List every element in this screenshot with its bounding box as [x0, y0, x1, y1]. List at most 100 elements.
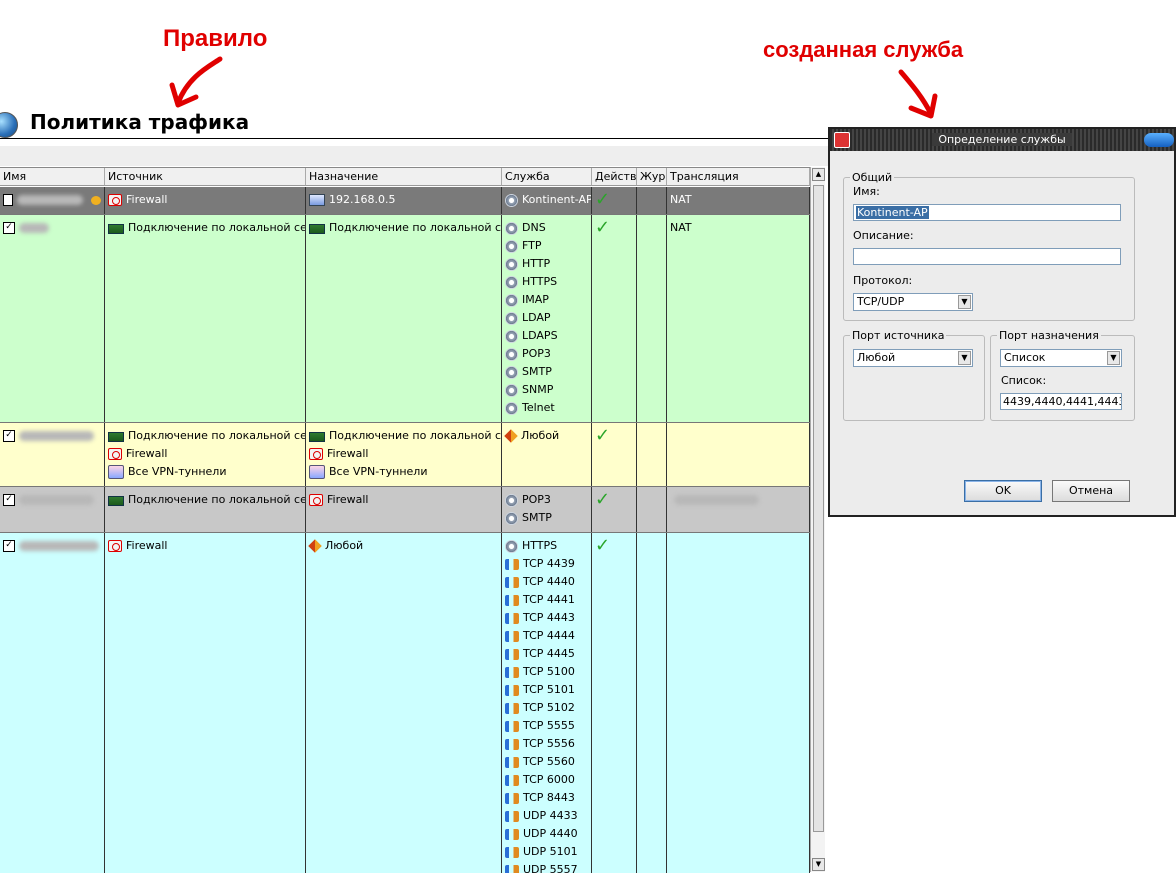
service-item: POP3	[505, 345, 588, 363]
item-label: Firewall	[126, 445, 167, 463]
cell-action: ✓	[592, 533, 637, 873]
service-item: TCP 5101	[505, 681, 588, 699]
globe-icon	[0, 112, 18, 138]
name-field[interactable]: Kontinent-AP	[853, 204, 1121, 221]
chevron-down-icon[interactable]: ▼	[1107, 351, 1120, 365]
item-label: TCP 4443	[523, 609, 575, 627]
service-item: SMTP	[505, 363, 588, 381]
tcp-icon	[505, 559, 519, 570]
address-item: Firewall	[108, 537, 302, 555]
item-label: TCP 4440	[523, 573, 575, 591]
tcp-icon	[505, 811, 519, 822]
item-label: Подключение по локальной сети	[329, 427, 502, 445]
service-item: HTTPS	[505, 273, 588, 291]
toolbar-strip	[0, 146, 830, 166]
chevron-down-icon[interactable]: ▼	[958, 295, 971, 309]
destination-port-select[interactable]: Список ▼	[1000, 349, 1122, 367]
column-header-action[interactable]: Действи	[592, 168, 637, 186]
tcp-icon	[505, 613, 519, 624]
cell-service: HTTPSTCP 4439TCP 4440TCP 4441TCP 4443TCP…	[502, 533, 592, 873]
gear-icon	[505, 384, 518, 397]
host-icon	[309, 194, 325, 206]
column-header-destination[interactable]: Назначение	[306, 168, 502, 186]
item-label: TCP 5100	[523, 663, 575, 681]
service-item: TCP 4443	[505, 609, 588, 627]
service-item: UDP 4433	[505, 807, 588, 825]
annotation-arrow-icon	[895, 68, 945, 120]
column-header-log[interactable]: Журі	[637, 168, 667, 186]
allow-check-icon: ✓	[595, 429, 610, 443]
scroll-up-icon[interactable]: ▲	[812, 168, 825, 181]
service-item: SNMP	[505, 381, 588, 399]
cell-action: ✓	[592, 215, 637, 422]
tcp-icon	[505, 649, 519, 660]
column-header-source[interactable]: Источник	[105, 168, 306, 186]
source-port-value: Любой	[857, 351, 895, 364]
dialog-titlebar[interactable]: Определение службы	[830, 129, 1174, 151]
app-icon	[834, 132, 850, 148]
redacted-name	[19, 541, 99, 551]
item-label: Все VPN-туннели	[329, 463, 427, 481]
enable-checkbox[interactable]: ✓	[3, 540, 15, 552]
enable-checkbox[interactable]: ✓	[3, 194, 13, 206]
item-label: TCP 6000	[523, 771, 575, 789]
item-label: Firewall	[126, 537, 167, 555]
column-header-service[interactable]: Служба	[502, 168, 592, 186]
scroll-thumb[interactable]	[813, 185, 824, 832]
fw-icon	[108, 540, 122, 552]
enable-checkbox[interactable]: ✓	[3, 222, 15, 234]
service-item: SMTP	[505, 509, 588, 527]
window-controls-icon[interactable]	[1144, 133, 1174, 147]
table-row[interactable]: ✓FirewallЛюбойHTTPSTCP 4439TCP 4440TCP 4…	[0, 533, 810, 873]
gear-icon	[505, 312, 518, 325]
cell-destination: Подключение по локальной сетиFirewallВсе…	[306, 423, 502, 486]
item-label: LDAP	[522, 309, 551, 327]
service-item: TCP 5560	[505, 753, 588, 771]
address-item: 192.168.0.5	[309, 191, 498, 209]
port-list-field[interactable]: 4439,4440,4441,4443,4	[1000, 393, 1122, 410]
tcp-icon	[505, 631, 519, 642]
item-label: Все VPN-туннели	[128, 463, 226, 481]
table-row[interactable]: ✓Подключение по локальной сети 2Подключе…	[0, 215, 810, 423]
redacted-name	[19, 223, 49, 233]
description-field[interactable]	[853, 248, 1121, 265]
item-label: TCP 4441	[523, 591, 575, 609]
translation-value: NAT	[670, 191, 692, 209]
enable-checkbox[interactable]: ✓	[3, 494, 15, 506]
protocol-value: TCP/UDP	[857, 295, 904, 308]
cell-name: ✓	[0, 487, 105, 532]
any-icon	[504, 429, 518, 443]
net-icon	[108, 224, 124, 234]
enable-checkbox[interactable]: ✓	[3, 430, 15, 442]
table-row[interactable]: ✓Firewall192.168.0.5Kontinent-AP✓NAT	[0, 187, 810, 215]
tcp-icon	[505, 757, 519, 768]
cell-translation: NAT	[667, 187, 810, 214]
source-port-select[interactable]: Любой ▼	[853, 349, 973, 367]
cell-name: ✓	[0, 533, 105, 873]
service-item: TCP 4444	[505, 627, 588, 645]
vertical-scrollbar[interactable]: ▲ ▼	[810, 167, 825, 872]
item-label: TCP 4439	[523, 555, 575, 573]
redacted-name	[19, 495, 94, 505]
vpn-icon	[108, 465, 124, 479]
column-header-translation[interactable]: Трансляция	[667, 168, 810, 186]
table-row[interactable]: ✓Подключение по локальной сети 2Firewall…	[0, 487, 810, 533]
item-label: TCP 5556	[523, 735, 575, 753]
column-header-name[interactable]: Имя	[0, 168, 105, 186]
ok-button[interactable]: OK	[964, 480, 1042, 502]
address-item: Все VPN-туннели	[309, 463, 498, 481]
vpn-icon	[309, 465, 325, 479]
service-item: UDP 5101	[505, 843, 588, 861]
fw-icon	[309, 494, 323, 506]
item-label: TCP 8443	[523, 789, 575, 807]
protocol-select[interactable]: TCP/UDP ▼	[853, 293, 973, 311]
item-label: SMTP	[522, 509, 552, 527]
scroll-down-icon[interactable]: ▼	[812, 858, 825, 871]
table-row[interactable]: ✓Подключение по локальной сети 2Firewall…	[0, 423, 810, 487]
chevron-down-icon[interactable]: ▼	[958, 351, 971, 365]
cancel-button[interactable]: Отмена	[1052, 480, 1130, 502]
item-label: POP3	[522, 345, 551, 363]
item-label: 192.168.0.5	[329, 191, 395, 209]
service-item: TCP 4439	[505, 555, 588, 573]
service-item: TCP 6000	[505, 771, 588, 789]
